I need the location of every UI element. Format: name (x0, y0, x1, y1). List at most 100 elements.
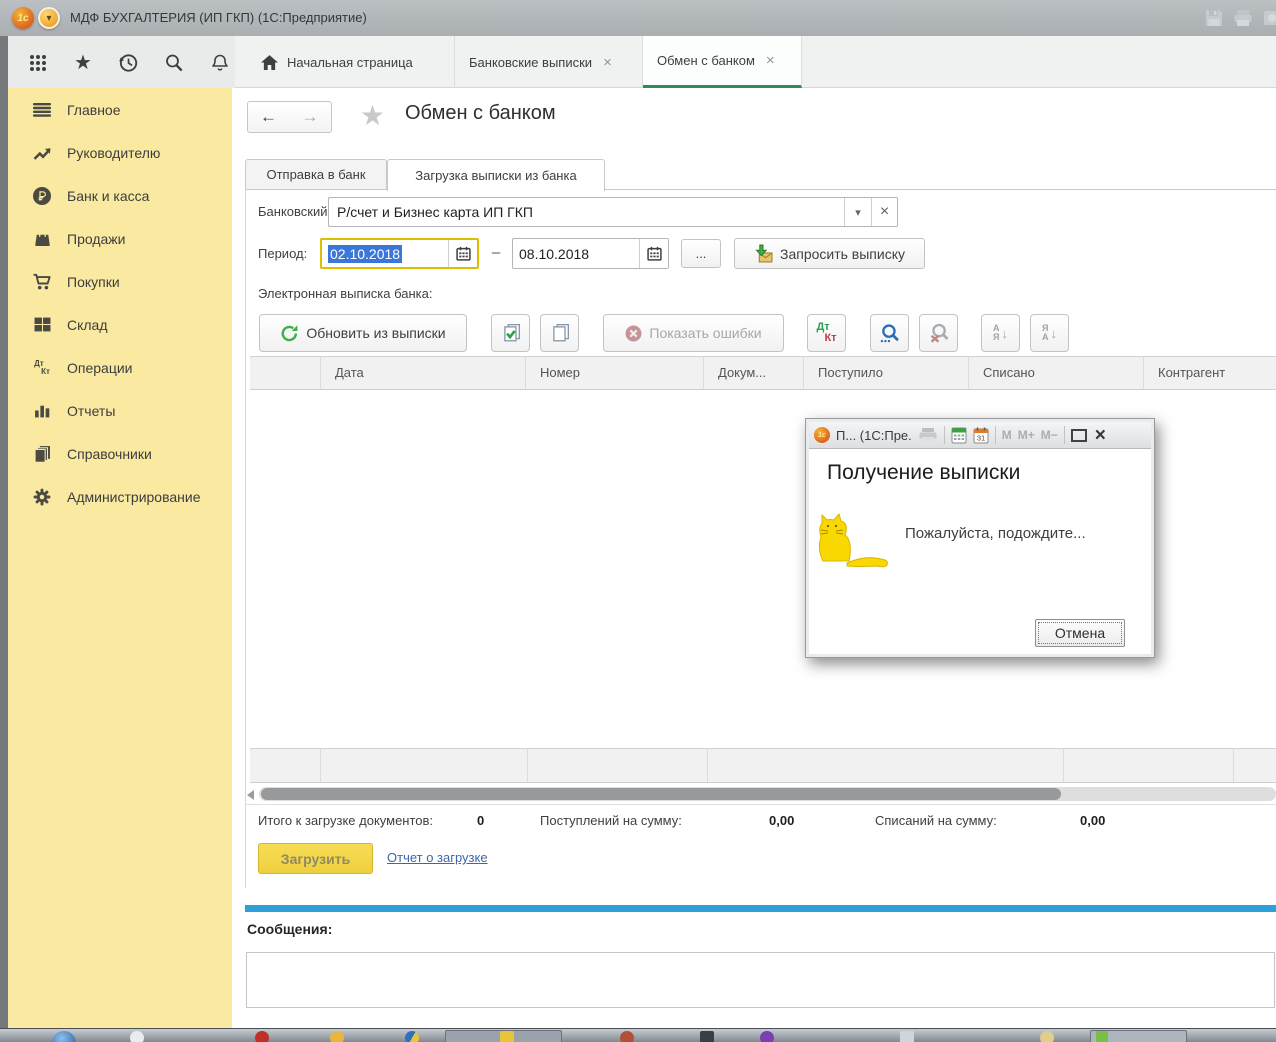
print-icon[interactable] (918, 427, 938, 443)
load-button[interactable]: Загрузить (258, 843, 373, 874)
sidebar-item-directories[interactable]: Справочники (8, 432, 232, 475)
dialog-message: Пожалуйста, подождите... (905, 525, 1086, 542)
sidebar-item-label: Главное (67, 102, 121, 118)
preview-icon[interactable] (1262, 8, 1276, 28)
calendar-icon[interactable] (448, 240, 477, 267)
outcome-sum-label: Списаний на сумму: (875, 813, 997, 828)
messages-splitter[interactable] (245, 905, 1276, 912)
tab-load-statement[interactable]: Загрузка выписки из банка (387, 159, 605, 191)
tab-send-to-bank[interactable]: Отправка в банк (245, 159, 387, 190)
sections-grid-icon[interactable] (27, 52, 49, 74)
table-column-header[interactable]: Докум... (703, 357, 803, 389)
sidebar-item-purchases[interactable]: Покупки (8, 260, 232, 303)
sidebar-item-main[interactable]: Главное (8, 88, 232, 131)
sidebar-item-reports[interactable]: Отчеты (8, 389, 232, 432)
taskbar-icon[interactable] (620, 1031, 634, 1042)
messages-panel[interactable] (246, 952, 1275, 1008)
taskbar-icon[interactable] (405, 1031, 419, 1042)
table-column-header[interactable]: Номер (525, 357, 703, 389)
sort-descending-button[interactable]: ЯА↓ (1030, 314, 1069, 352)
main-menu-dropdown-button[interactable]: ▾ (38, 7, 60, 29)
tab-bank-exchange[interactable]: Обмен с банком × (643, 36, 802, 88)
save-icon[interactable] (1203, 8, 1225, 28)
statement-label: Электронная выписка банка: (258, 286, 432, 301)
period-more-button[interactable]: ... (681, 239, 721, 268)
favorites-star-icon[interactable]: ★ (72, 52, 94, 74)
sidebar-item-manager[interactable]: Руководителю (8, 131, 232, 174)
period-dash: – (487, 244, 505, 261)
close-icon[interactable]: × (1095, 426, 1106, 445)
cancel-find-button[interactable] (919, 314, 958, 352)
cancel-button[interactable]: Отмена (1035, 619, 1125, 647)
date-from-field[interactable]: 02.10.2018 (320, 238, 479, 269)
refresh-from-statement-button[interactable]: Обновить из выписки (259, 314, 467, 352)
bank-account-value: Р/счет и Бизнес карта ИП ГКП (329, 204, 844, 220)
request-statement-button[interactable]: Запросить выписку (734, 238, 925, 269)
sidebar-item-administration[interactable]: Администрирование (8, 475, 232, 518)
memory-plus-button[interactable]: M+ (1018, 428, 1035, 442)
period-label: Период: (258, 246, 307, 261)
taskbar-icon[interactable] (500, 1031, 514, 1042)
dt-kt-button[interactable]: ДтКт (807, 314, 846, 352)
search-icon[interactable] (163, 52, 185, 74)
app-toolbar: ★ (8, 36, 235, 89)
load-report-link[interactable]: Отчет о загрузке (387, 850, 488, 865)
date-to-field[interactable]: 08.10.2018 (512, 238, 669, 269)
sidebar-item-label: Руководителю (67, 145, 160, 161)
taskbar-icon[interactable] (700, 1031, 714, 1042)
sidebar-item-warehouse[interactable]: Склад (8, 303, 232, 346)
table-column-header[interactable]: Контрагент (1143, 357, 1276, 389)
taskbar-icon[interactable] (255, 1031, 269, 1042)
button-label: Запросить выписку (780, 246, 905, 262)
calculator-icon[interactable] (951, 427, 967, 444)
taskbar-icon[interactable] (900, 1031, 914, 1042)
table-column-selector[interactable] (250, 357, 320, 389)
close-icon[interactable]: × (766, 52, 775, 69)
memory-minus-button[interactable]: M− (1041, 428, 1058, 442)
left-arrow-icon: ← (260, 107, 277, 127)
clear-button[interactable]: × (871, 198, 897, 226)
close-icon[interactable]: × (603, 54, 612, 71)
scroll-left-arrow[interactable] (247, 790, 254, 800)
tab-bank-statements[interactable]: Банковские выписки × (455, 36, 643, 88)
favorite-star-icon[interactable]: ★ (360, 101, 385, 131)
refresh-icon (280, 324, 299, 343)
table-column-header[interactable]: Списано (968, 357, 1143, 389)
dialog-titlebar[interactable]: 1с П... (1С:Пре. 31 M M+ M− × (809, 422, 1151, 448)
sidebar-item-sales[interactable]: Продажи (8, 217, 232, 260)
find-button[interactable] (870, 314, 909, 352)
clear-flags-button[interactable] (540, 314, 579, 352)
calendar-31-icon[interactable]: 31 (973, 427, 989, 444)
total-docs-label: Итого к загрузке документов: (258, 813, 433, 828)
show-errors-button[interactable]: Показать ошибки (603, 314, 784, 352)
print-icon[interactable] (1232, 8, 1254, 28)
calendar-icon[interactable] (639, 239, 668, 268)
taskbar-icon[interactable] (130, 1031, 144, 1042)
notifications-bell-icon[interactable] (209, 52, 231, 74)
maximize-icon[interactable] (1071, 429, 1087, 442)
messages-label: Сообщения: (247, 921, 332, 937)
forward-button[interactable]: → (289, 101, 332, 133)
table-column-header[interactable]: Дата (320, 357, 525, 389)
taskbar-icon[interactable] (330, 1031, 344, 1042)
back-button[interactable]: ← (247, 101, 290, 133)
home-icon (261, 55, 278, 70)
memory-recall-button[interactable]: M (1002, 428, 1012, 442)
scrollbar-thumb[interactable] (261, 788, 1061, 800)
bank-account-combobox[interactable]: Р/счет и Бизнес карта ИП ГКП ▾ × (328, 197, 898, 227)
cat-illustration (819, 511, 897, 569)
table-column-header[interactable]: Поступило (803, 357, 968, 389)
taskbar-icon-1c[interactable] (1096, 1031, 1108, 1042)
dropdown-button[interactable]: ▾ (844, 198, 871, 226)
history-icon[interactable] (117, 52, 139, 74)
taskbar-icon[interactable] (1040, 1031, 1054, 1042)
sidebar-item-operations[interactable]: ДтКт Операции (8, 346, 232, 389)
right-arrow-icon: → (302, 107, 319, 127)
sort-ascending-button[interactable]: АЯ↓ (981, 314, 1020, 352)
set-flags-button[interactable] (491, 314, 530, 352)
tab-home[interactable]: Начальная страница (247, 36, 455, 88)
sidebar-item-bank-cash[interactable]: Банк и касса (8, 174, 232, 217)
taskbar-icon[interactable] (760, 1031, 774, 1042)
sidebar-item-label: Операции (67, 360, 133, 376)
gear-icon (32, 487, 52, 507)
